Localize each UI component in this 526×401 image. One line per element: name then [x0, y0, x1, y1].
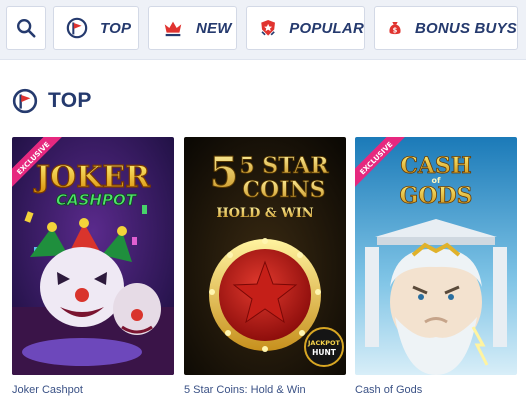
category-nav-bar: TOP NEW POPULAR $ BONUS BUYS	[0, 0, 526, 60]
jackpot-badge-line2: HUNT	[312, 348, 337, 357]
game-thumbnail[interactable]: 5 5 STAR COINS HOLD & WIN JACKPOT HUNT	[184, 137, 346, 375]
flag-icon	[66, 17, 88, 39]
game-title[interactable]: Joker Cashpot	[12, 384, 174, 396]
game-card[interactable]: CASH of GODS EXCLUSIVE Cash of Gods	[355, 137, 517, 396]
crown-icon	[164, 21, 182, 37]
category-top-label: TOP	[100, 19, 132, 37]
svg-text:$: $	[393, 26, 398, 34]
category-bonus-buys-label: BONUS BUYS	[414, 19, 517, 37]
game-logo-line2: CASHPOT	[56, 191, 138, 209]
svg-text:5: 5	[209, 148, 238, 197]
game-logo-line2: COINS	[243, 177, 326, 203]
star-badge-icon	[261, 20, 275, 36]
category-new-label: NEW	[196, 19, 232, 37]
joker-cashpot-artwork: JOKER CASHPOT EXCLUSIVE	[12, 137, 174, 375]
game-title[interactable]: 5 Star Coins: Hold & Win	[184, 384, 346, 396]
game-card[interactable]: 5 5 STAR COINS HOLD & WIN JACKPOT HUNT 5…	[184, 137, 346, 396]
flag-icon	[12, 88, 38, 114]
cash-of-gods-artwork: CASH of GODS EXCLUSIVE	[355, 137, 517, 375]
game-title[interactable]: Cash of Gods	[355, 384, 517, 396]
category-bonus-buys-button[interactable]: $ BONUS BUYS	[374, 6, 518, 50]
game-logo-line1: 5 STAR	[239, 153, 329, 179]
category-popular-label: POPULAR	[289, 19, 364, 37]
jackpot-badge-line1: JACKPOT	[307, 339, 341, 347]
section-title: TOP	[48, 89, 92, 112]
category-popular-button[interactable]: POPULAR	[246, 6, 365, 50]
game-thumbnail[interactable]: CASH of GODS EXCLUSIVE	[355, 137, 517, 375]
game-logo-line3: HOLD & WIN	[216, 206, 313, 221]
category-top-button[interactable]: TOP	[53, 6, 139, 50]
section-header: TOP	[12, 88, 92, 114]
five-star-coins-artwork: 5 5 STAR COINS HOLD & WIN JACKPOT HUNT	[184, 137, 346, 375]
money-bag-icon: $	[389, 22, 401, 34]
category-new-button[interactable]: NEW	[148, 6, 237, 50]
game-card[interactable]: JOKER CASHPOT EXCLUSIVE Joker Cashpot	[12, 137, 174, 396]
search-button[interactable]	[6, 6, 46, 50]
search-icon	[17, 19, 36, 38]
game-logo-line1: JOKER	[33, 160, 151, 195]
game-thumbnail[interactable]: JOKER CASHPOT EXCLUSIVE	[12, 137, 174, 375]
game-logo-line2: GODS	[400, 183, 473, 209]
